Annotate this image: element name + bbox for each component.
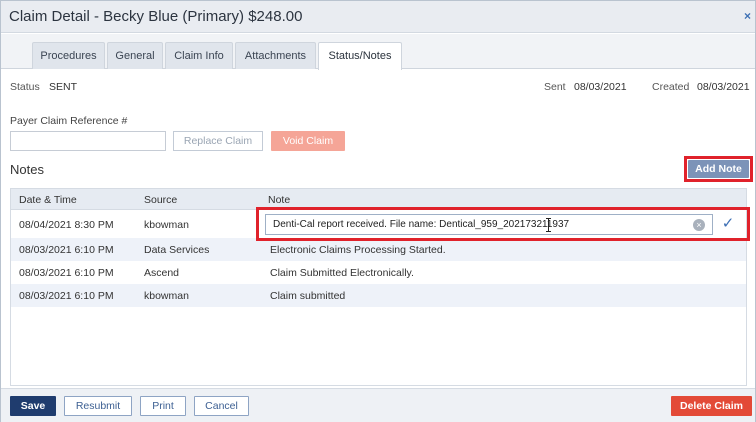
status-label: Status xyxy=(10,81,40,93)
cancel-button[interactable]: Cancel xyxy=(194,396,249,416)
confirm-check-icon[interactable]: ✓ xyxy=(719,214,737,234)
created-label: Created xyxy=(652,81,690,93)
claim-detail-dialog: Claim Detail - Becky Blue (Primary) $248… xyxy=(0,0,756,422)
title-bar: Claim Detail - Becky Blue (Primary) $248… xyxy=(1,1,755,33)
add-note-button[interactable]: Add Note xyxy=(688,160,749,178)
table-row[interactable]: 08/03/2021 6:10 PM Data Services Electro… xyxy=(11,238,746,261)
save-button[interactable]: Save xyxy=(10,396,56,416)
row-source: Data Services xyxy=(144,244,210,256)
text-cursor-icon xyxy=(546,218,551,232)
created-date: 08/03/2021 xyxy=(697,81,750,93)
print-button[interactable]: Print xyxy=(140,396,186,416)
clear-icon[interactable]: × xyxy=(693,219,705,231)
replace-claim-button[interactable]: Replace Claim xyxy=(173,131,263,151)
notes-heading: Notes xyxy=(10,162,44,177)
dialog-title: Claim Detail - Becky Blue (Primary) $248… xyxy=(9,8,303,25)
close-icon[interactable]: × xyxy=(744,9,751,23)
void-claim-button[interactable]: Void Claim xyxy=(271,131,345,151)
row-source: kbowman xyxy=(144,219,189,231)
note-edit-text: Denti-Cal report received. File name: De… xyxy=(273,219,570,230)
status-value: SENT xyxy=(49,81,78,93)
note-edit-input[interactable]: Denti-Cal report received. File name: De… xyxy=(265,214,713,235)
sent-label: Sent xyxy=(544,81,566,93)
table-row[interactable]: 08/03/2021 6:10 PM kbowman Claim submitt… xyxy=(11,284,746,307)
status-row: Status SENT Sent 08/03/2021 Created 08/0… xyxy=(1,81,755,97)
tab-procedures[interactable]: Procedures xyxy=(32,42,105,69)
table-row[interactable]: 08/03/2021 6:10 PM Ascend Claim Submitte… xyxy=(11,261,746,284)
row-datetime: 08/03/2021 6:10 PM xyxy=(19,267,114,279)
payer-claim-reference-input[interactable] xyxy=(10,131,166,151)
row-source: kbowman xyxy=(144,290,189,302)
row-datetime: 08/04/2021 8:30 PM xyxy=(19,219,114,231)
column-note[interactable]: Note xyxy=(268,194,290,206)
row-note: Claim Submitted Electronically. xyxy=(270,267,414,279)
sent-date: 08/03/2021 xyxy=(574,81,627,93)
tab-bar: Procedures General Claim Info Attachment… xyxy=(1,34,755,70)
row-datetime: 08/03/2021 6:10 PM xyxy=(19,290,114,302)
dialog-footer: Save Resubmit Print Cancel Delete Claim xyxy=(1,388,755,422)
resubmit-button[interactable]: Resubmit xyxy=(64,396,132,416)
row-note: Electronic Claims Processing Started. xyxy=(270,244,446,256)
row-datetime: 08/03/2021 6:10 PM xyxy=(19,244,114,256)
row-source: Ascend xyxy=(144,267,180,279)
column-date-time[interactable]: Date & Time xyxy=(19,194,77,206)
row-note: Claim submitted xyxy=(270,290,346,302)
delete-claim-button[interactable]: Delete Claim xyxy=(671,396,752,416)
tab-attachments[interactable]: Attachments xyxy=(235,42,316,69)
tab-general[interactable]: General xyxy=(107,42,163,69)
payer-claim-reference-label: Payer Claim Reference # xyxy=(10,115,128,127)
column-source[interactable]: Source xyxy=(144,194,177,206)
tab-claim-info[interactable]: Claim Info xyxy=(165,42,233,69)
tab-status-notes[interactable]: Status/Notes xyxy=(318,42,402,70)
